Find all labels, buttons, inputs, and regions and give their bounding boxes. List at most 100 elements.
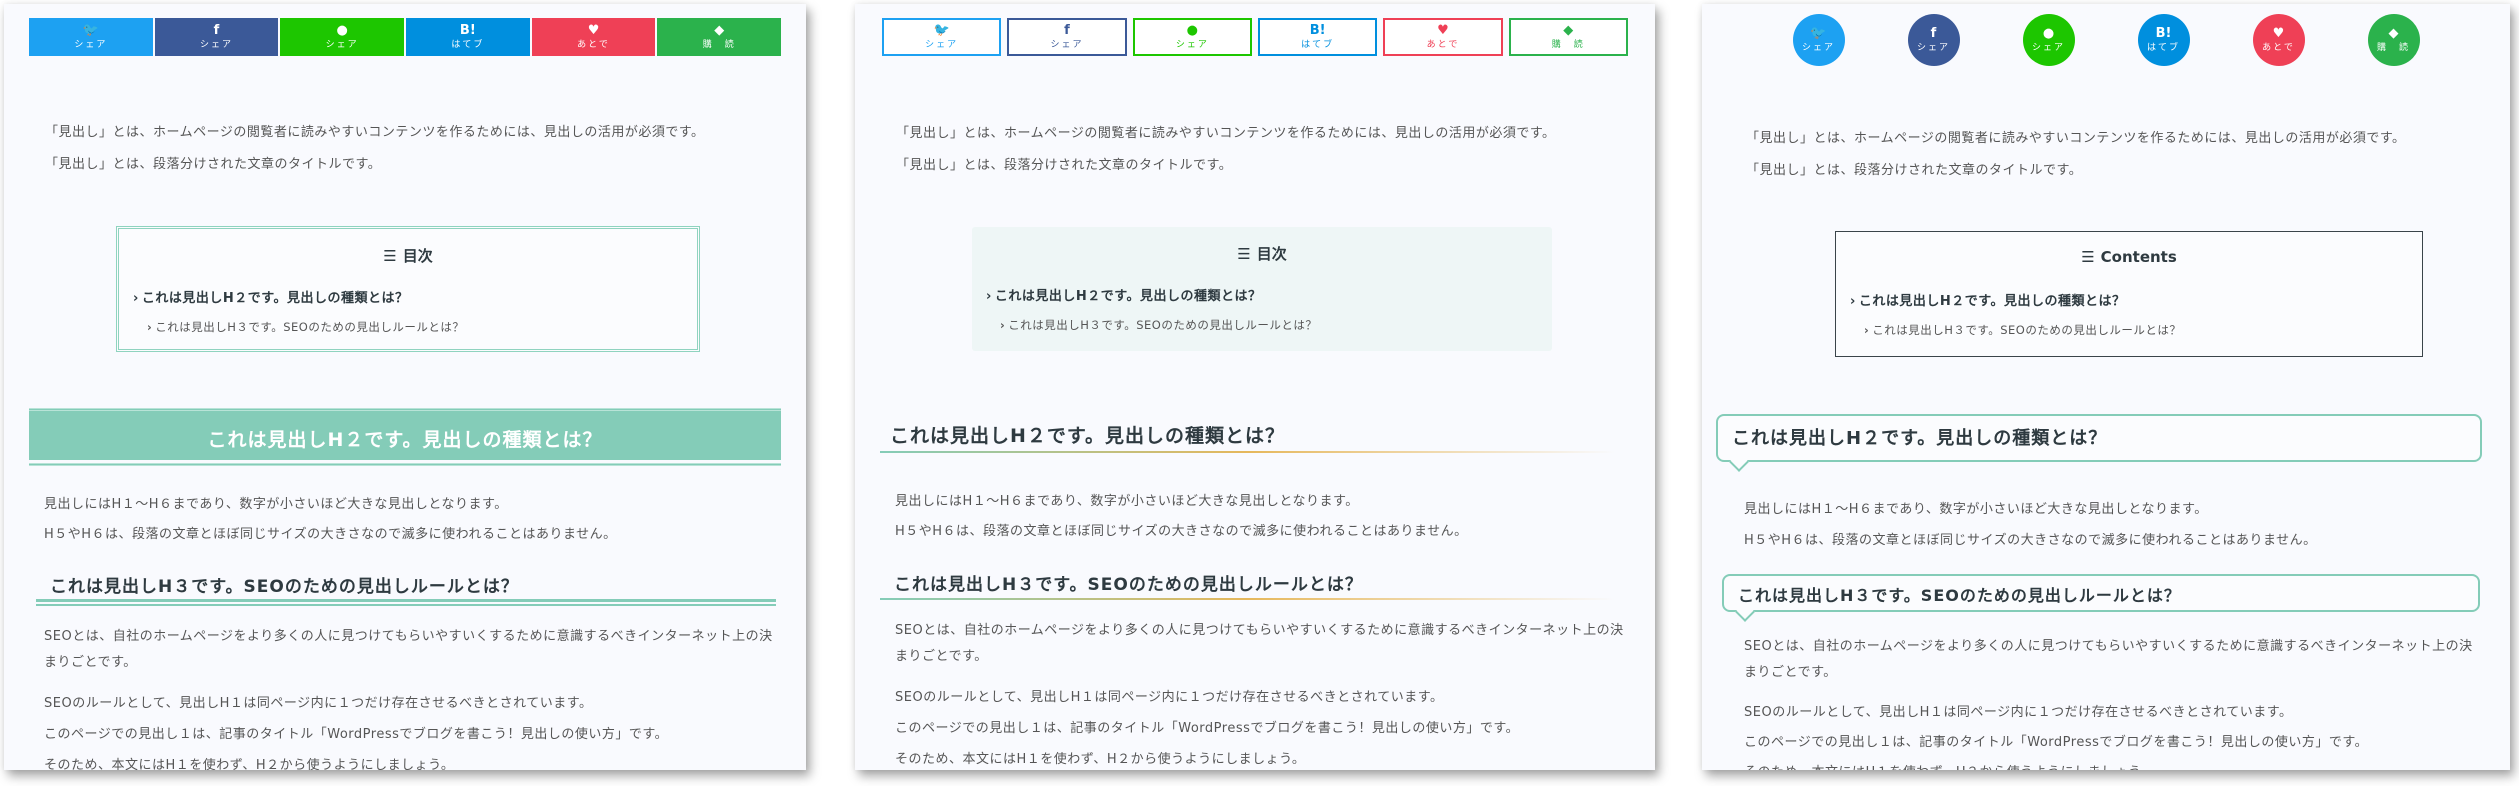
chevron-right-icon: › — [147, 320, 153, 334]
line-icon: ● — [2042, 25, 2055, 41]
heading-h3: これは見出しH３です。SEOのための見出しルールとは？ — [1722, 574, 2480, 612]
body-paragraph: H５やH６は、段落の文章とほぼ同じサイズの大きさなので滅多に使われることはありま… — [44, 527, 617, 542]
share-button-feedly[interactable]: ◆ 購 読 — [1508, 18, 1628, 56]
share-button-pocket[interactable]: ♥ あとで — [1383, 18, 1503, 56]
twitter-bird-icon: 🐦 — [1810, 25, 1827, 41]
share-button-feedly[interactable]: ◆ 購 読 — [2367, 14, 2420, 66]
share-button-label: はてブ — [1301, 39, 1335, 50]
share-bar: 🐦 シェア f シェア ● シェア B! はてブ ♥ あとで ◆ 購 読 — [1762, 14, 2450, 66]
body-paragraph: 見出しにはH１～H６まであり、数字が小さいほど大きな見出しとなります。 — [44, 497, 508, 512]
share-button-facebook[interactable]: f シェア — [154, 18, 279, 56]
line-icon: ● — [336, 22, 348, 38]
share-button-label: シェア — [1801, 42, 1835, 53]
style-variant-3-panel: 🐦 シェア f シェア ● シェア B! はてブ ♥ あとで ◆ 購 読 「見出し」とは、ホームページ… — [1702, 4, 2510, 770]
intro-paragraph: 「見出し」とは、ホームページの閲覧者に読みやすいコンテンツを作るためには、見出し… — [896, 126, 1556, 141]
hatena-bookmark-icon: B! — [1309, 22, 1326, 38]
share-button-pocket[interactable]: ♥ あとで — [2252, 14, 2305, 66]
share-button-pocket[interactable]: ♥ あとで — [531, 18, 656, 56]
share-button-label: シェア — [1050, 39, 1084, 50]
table-of-contents: ☰ 目次 › これは見出しH２です。見出しの種類とは？ › これは見出しH３です。SE… — [972, 227, 1552, 351]
feedly-icon: ◆ — [1563, 22, 1574, 38]
body-paragraph: SEOのルールとして、見出しH１は同ページ内に１つだけ存在させるべきとされていま… — [44, 696, 593, 711]
facebook-f-icon: f — [213, 22, 220, 38]
body-paragraph: このページでの見出し１は、記事のタイトル「WordPressでブログを書こう！見… — [44, 727, 669, 742]
list-icon: ☰ — [1237, 245, 1251, 263]
share-bar: 🐦 シェア f シェア ● シェア B! はてブ ♥ あとで ◆ 購 読 — [880, 18, 1630, 56]
share-button-label: シェア — [200, 39, 234, 50]
share-button-label: 購 読 — [702, 39, 736, 50]
toc-title: ☰ 目次 — [1237, 245, 1287, 263]
pocket-icon: ♥ — [1437, 22, 1449, 38]
style-variant-2-panel: 🐦 シェア f シェア ● シェア B! はてブ ♥ あとで ◆ 購 読 「見出し」とは、ホームページ… — [855, 4, 1655, 770]
toc-link-h2[interactable]: › これは見出しH２です。見出しの種類とは？ — [1850, 290, 2125, 309]
toc-link-h3[interactable]: › これは見出しH３です。SEOのための見出しルールとは？ — [1000, 317, 1317, 333]
intro-paragraph: 「見出し」とは、段落分けされた文章のタイトルです。 — [896, 158, 1233, 173]
share-button-label: シェア — [325, 39, 359, 50]
share-button-label: シェア — [1916, 42, 1950, 53]
toc-title: ☰ 目次 — [383, 247, 433, 265]
chevron-right-icon: › — [1000, 318, 1006, 332]
gradient-underline — [880, 598, 1615, 600]
share-button-label: あとで — [1426, 39, 1460, 50]
share-button-line[interactable]: ● シェア — [280, 18, 405, 56]
share-button-line[interactable]: ● シェア — [2022, 14, 2075, 66]
toc-link-h2[interactable]: › これは見出しH２です。見出しの種類とは？ — [133, 287, 408, 306]
toc-link-h3[interactable]: › これは見出しH３です。SEOのための見出しルールとは？ — [1864, 322, 2181, 338]
toc-link-h2[interactable]: › これは見出しH２です。見出しの種類とは？ — [986, 285, 1261, 304]
share-button-hatena[interactable]: B! はてブ — [406, 18, 530, 56]
chevron-right-icon: › — [1850, 294, 1856, 309]
heading-h2: これは見出しH２です。見出しの種類とは？ — [1716, 414, 2482, 462]
heading-h3: これは見出しH３です。SEOのための見出しルールとは？ — [880, 562, 1615, 600]
facebook-f-icon: f — [1930, 25, 1937, 41]
chevron-right-icon: › — [986, 289, 992, 304]
heading-h2: これは見出しH２です。見出しの種類とは？ — [880, 417, 1615, 453]
feedly-icon: ◆ — [2388, 25, 2399, 41]
feedly-icon: ◆ — [714, 22, 725, 38]
hatena-bookmark-icon: B! — [2155, 25, 2172, 41]
share-button-label: 購 読 — [1551, 39, 1585, 50]
toc-link-h3[interactable]: › これは見出しH３です。SEOのための見出しルールとは？ — [147, 319, 464, 335]
body-paragraph: そのため、本文にはH１を使わず、H２から使うようにしましょう。 — [44, 758, 455, 770]
pocket-icon: ♥ — [2272, 25, 2285, 41]
share-button-facebook[interactable]: f シェア — [1907, 14, 1960, 66]
share-button-line[interactable]: ● シェア — [1132, 18, 1252, 56]
share-button-label: シェア — [925, 39, 959, 50]
body-paragraph: 見出しにはH１～H６まであり、数字が小さいほど大きな見出しとなります。 — [1744, 502, 2208, 517]
share-button-feedly[interactable]: ◆ 購 読 — [657, 18, 782, 56]
share-button-label: あとで — [577, 39, 610, 50]
share-button-hatena[interactable]: B! はてブ — [2137, 14, 2190, 66]
line-icon: ● — [1186, 22, 1198, 38]
share-button-facebook[interactable]: f シェア — [1007, 18, 1127, 56]
share-bar: 🐦 シェア f シェア ● シェア B! はてブ ♥ あとで ◆ 購 読 — [29, 18, 782, 56]
intro-paragraph: 「見出し」とは、段落分けされた文章のタイトルです。 — [45, 157, 382, 172]
table-of-contents: ☰ Contents › これは見出しH２です。見出しの種類とは？ › これは見出しH… — [1835, 231, 2423, 357]
share-button-label: あとで — [2262, 42, 2295, 53]
twitter-bird-icon: 🐦 — [82, 22, 99, 38]
chevron-right-icon: › — [1864, 323, 1870, 337]
toc-title: ☰ Contents — [2081, 248, 2177, 266]
list-icon: ☰ — [2081, 248, 2095, 266]
body-paragraph: SEOとは、自社のホームページをより多くの人に見つけてもらいやすいくするために意… — [1744, 639, 2473, 680]
share-button-label: シェア — [2031, 42, 2065, 53]
body-paragraph: SEOとは、自社のホームページをより多くの人に見つけてもらいやすいくするために意… — [895, 623, 1624, 664]
share-button-twitter[interactable]: 🐦 シェア — [1792, 14, 1845, 66]
list-icon: ☰ — [383, 247, 397, 265]
twitter-bird-icon: 🐦 — [933, 22, 950, 38]
body-paragraph: H５やH６は、段落の文章とほぼ同じサイズの大きさなので滅多に使われることはありま… — [1744, 533, 2317, 548]
body-paragraph: SEOのルールとして、見出しH１は同ページ内に１つだけ存在させるべきとされていま… — [895, 690, 1444, 705]
heading-h2: これは見出しH２です。見出しの種類とは？ — [29, 408, 781, 466]
intro-paragraph: 「見出し」とは、ホームページの閲覧者に読みやすいコンテンツを作るためには、見出し… — [45, 125, 705, 140]
share-button-label: シェア — [74, 39, 108, 50]
share-button-twitter[interactable]: 🐦 シェア — [29, 18, 153, 56]
share-button-label: はてブ — [451, 39, 485, 50]
gradient-underline — [880, 451, 1615, 453]
share-button-label: はてブ — [2146, 42, 2180, 53]
body-paragraph: このページでの見出し１は、記事のタイトル「WordPressでブログを書こう！見… — [1744, 735, 2369, 750]
chevron-right-icon: › — [133, 291, 139, 306]
share-button-hatena[interactable]: B! はてブ — [1257, 18, 1378, 56]
body-paragraph: SEOとは、自社のホームページをより多くの人に見つけてもらいやすいくするために意… — [44, 629, 773, 670]
body-paragraph: H５やH６は、段落の文章とほぼ同じサイズの大きさなので滅多に使われることはありま… — [895, 524, 1468, 539]
body-paragraph: 見出しにはH１～H６まであり、数字が小さいほど大きな見出しとなります。 — [895, 494, 1359, 509]
share-button-twitter[interactable]: 🐦 シェア — [882, 18, 1002, 56]
intro-paragraph: 「見出し」とは、ホームページの閲覧者に読みやすいコンテンツを作るためには、見出し… — [1746, 131, 2406, 146]
